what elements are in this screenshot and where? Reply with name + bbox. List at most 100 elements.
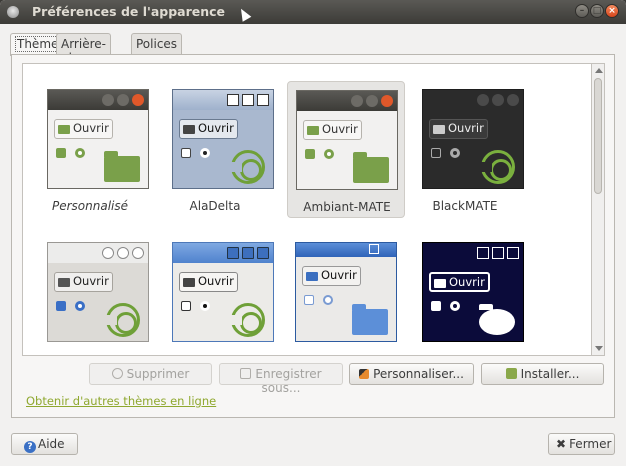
pencil-icon bbox=[359, 369, 370, 379]
gallery-scrollbar[interactable] bbox=[592, 63, 605, 356]
preview-checkbox bbox=[181, 148, 191, 158]
preview-radio bbox=[75, 301, 85, 311]
preview-radio bbox=[450, 301, 460, 311]
preview-open-button: Ouvrir bbox=[303, 120, 362, 140]
mate-logo-icon bbox=[228, 150, 265, 184]
theme-preview: Ouvrir bbox=[422, 242, 524, 342]
customize-button-label: Personnaliser... bbox=[373, 367, 464, 381]
theme-item-bluementa[interactable]: Ouvrir bbox=[31, 234, 149, 355]
theme-item-ambiant-mate[interactable]: Ouvrir Ambiant-MATE bbox=[287, 81, 405, 218]
preview-open-button: Ouvrir bbox=[429, 119, 488, 139]
preview-radio bbox=[75, 148, 85, 158]
install-button-label: Installer... bbox=[520, 367, 580, 381]
close-button-label: Fermer bbox=[569, 437, 612, 451]
preview-checkbox bbox=[305, 149, 315, 159]
help-icon: ? bbox=[24, 441, 36, 453]
folder-install-icon bbox=[505, 368, 517, 379]
maximize-icon[interactable]: □ bbox=[590, 4, 604, 18]
preview-open-label: Ouvrir bbox=[448, 121, 484, 135]
preview-titlebar bbox=[48, 90, 148, 110]
preview-titlebar bbox=[173, 243, 273, 263]
scrollbar-thumb[interactable] bbox=[594, 78, 602, 194]
preview-open-label: Ouvrir bbox=[73, 121, 109, 135]
appearance-preferences-window: Préférences de l'apparence – □ × Thème A… bbox=[0, 0, 626, 466]
theme-preview: Ouvrir bbox=[47, 242, 149, 342]
close-button[interactable]: ✖ Fermer bbox=[548, 433, 615, 455]
preview-checkbox bbox=[431, 301, 441, 311]
theme-preview: Ouvrir bbox=[296, 90, 398, 190]
preview-open-button: Ouvrir bbox=[179, 119, 238, 139]
close-icon[interactable]: × bbox=[605, 4, 619, 18]
theme-item-blue[interactable]: Ouvrir bbox=[279, 234, 397, 355]
preview-titlebar bbox=[297, 91, 397, 111]
preview-open-label: Ouvrir bbox=[198, 274, 234, 288]
preview-open-label: Ouvrir bbox=[73, 274, 109, 288]
preview-radio bbox=[200, 301, 210, 311]
folder-icon bbox=[353, 152, 389, 183]
preview-open-button: Ouvrir bbox=[54, 272, 113, 292]
mate-logo-icon bbox=[103, 303, 140, 337]
theme-name: Ambiant-MATE bbox=[303, 200, 391, 214]
preview-titlebar bbox=[296, 243, 396, 257]
theme-name: AlaDelta bbox=[189, 199, 241, 213]
preview-titlebar bbox=[423, 243, 523, 263]
preview-radio bbox=[450, 148, 460, 158]
preview-radio bbox=[324, 149, 334, 159]
theme-item-personnalise[interactable]: Ouvrir Personnalisé bbox=[31, 81, 149, 218]
preview-checkbox bbox=[304, 295, 314, 305]
gnome-foot-icon bbox=[479, 304, 515, 335]
preview-radio bbox=[323, 295, 333, 305]
preview-open-label: Ouvrir bbox=[321, 268, 357, 282]
customize-button[interactable]: Personnaliser... bbox=[349, 363, 474, 385]
theme-preview: Ouvrir bbox=[422, 89, 524, 189]
preview-open-button: Ouvrir bbox=[54, 119, 113, 139]
title-bar[interactable]: Préférences de l'apparence – □ × bbox=[0, 0, 626, 24]
preview-titlebar bbox=[173, 90, 273, 110]
preview-titlebar bbox=[48, 243, 148, 263]
scroll-down-icon[interactable] bbox=[595, 346, 603, 351]
theme-preview: Ouvrir bbox=[172, 242, 274, 342]
tab-theme-label: Thème bbox=[15, 36, 61, 52]
theme-item-brilliant[interactable]: Ouvrir bbox=[156, 234, 274, 355]
theme-preview: Ouvrir bbox=[172, 89, 274, 189]
theme-preview: Ouvrir bbox=[47, 89, 149, 189]
delete-button-label: Supprimer bbox=[126, 367, 190, 381]
theme-gallery[interactable]: Ouvrir Personnalisé Ouvrir AlaDelta Ouvr… bbox=[22, 63, 592, 356]
preview-checkbox bbox=[56, 301, 66, 311]
preview-checkbox bbox=[431, 148, 441, 158]
minimize-icon[interactable]: – bbox=[575, 4, 589, 18]
preview-titlebar bbox=[423, 90, 523, 110]
save-icon bbox=[240, 368, 252, 379]
preview-checkbox bbox=[56, 148, 66, 158]
mate-logo-icon bbox=[228, 303, 265, 337]
delete-button[interactable]: Supprimer bbox=[89, 363, 212, 385]
app-icon bbox=[7, 6, 19, 18]
preview-open-button: Ouvrir bbox=[429, 272, 490, 292]
scroll-up-icon[interactable] bbox=[595, 68, 603, 73]
preview-open-label: Ouvrir bbox=[322, 122, 358, 136]
mate-logo-icon bbox=[478, 150, 515, 184]
help-button-label: Aide bbox=[38, 437, 65, 451]
get-more-themes-link[interactable]: Obtenir d'autres thèmes en ligne bbox=[26, 394, 216, 408]
folder-icon bbox=[104, 151, 140, 182]
tab-fonts[interactable]: Polices bbox=[131, 33, 183, 55]
theme-item-blackmate[interactable]: Ouvrir BlackMATE bbox=[406, 81, 524, 218]
delete-icon bbox=[111, 368, 123, 379]
theme-name: BlackMATE bbox=[432, 199, 498, 213]
preview-radio bbox=[200, 148, 210, 158]
theme-name: Personnalisé bbox=[51, 199, 128, 213]
preview-open-label: Ouvrir bbox=[449, 275, 485, 289]
preview-open-button: Ouvrir bbox=[179, 272, 238, 292]
theme-item-contrast-high[interactable]: Ouvrir bbox=[406, 234, 524, 355]
tab-background[interactable]: Arrière-plan bbox=[56, 33, 111, 65]
theme-item-aladelta[interactable]: Ouvrir AlaDelta bbox=[156, 81, 274, 218]
help-button[interactable]: ? Aide bbox=[11, 433, 78, 455]
folder-icon bbox=[352, 304, 388, 335]
install-button[interactable]: Installer... bbox=[481, 363, 604, 385]
preview-open-label: Ouvrir bbox=[198, 121, 234, 135]
save-as-button[interactable]: Enregistrer sous... bbox=[219, 363, 343, 395]
preview-checkbox bbox=[181, 301, 191, 311]
window-title: Préférences de l'apparence bbox=[32, 4, 226, 19]
close-x-icon: ✖ bbox=[556, 437, 567, 451]
preview-open-button: Ouvrir bbox=[302, 266, 361, 286]
